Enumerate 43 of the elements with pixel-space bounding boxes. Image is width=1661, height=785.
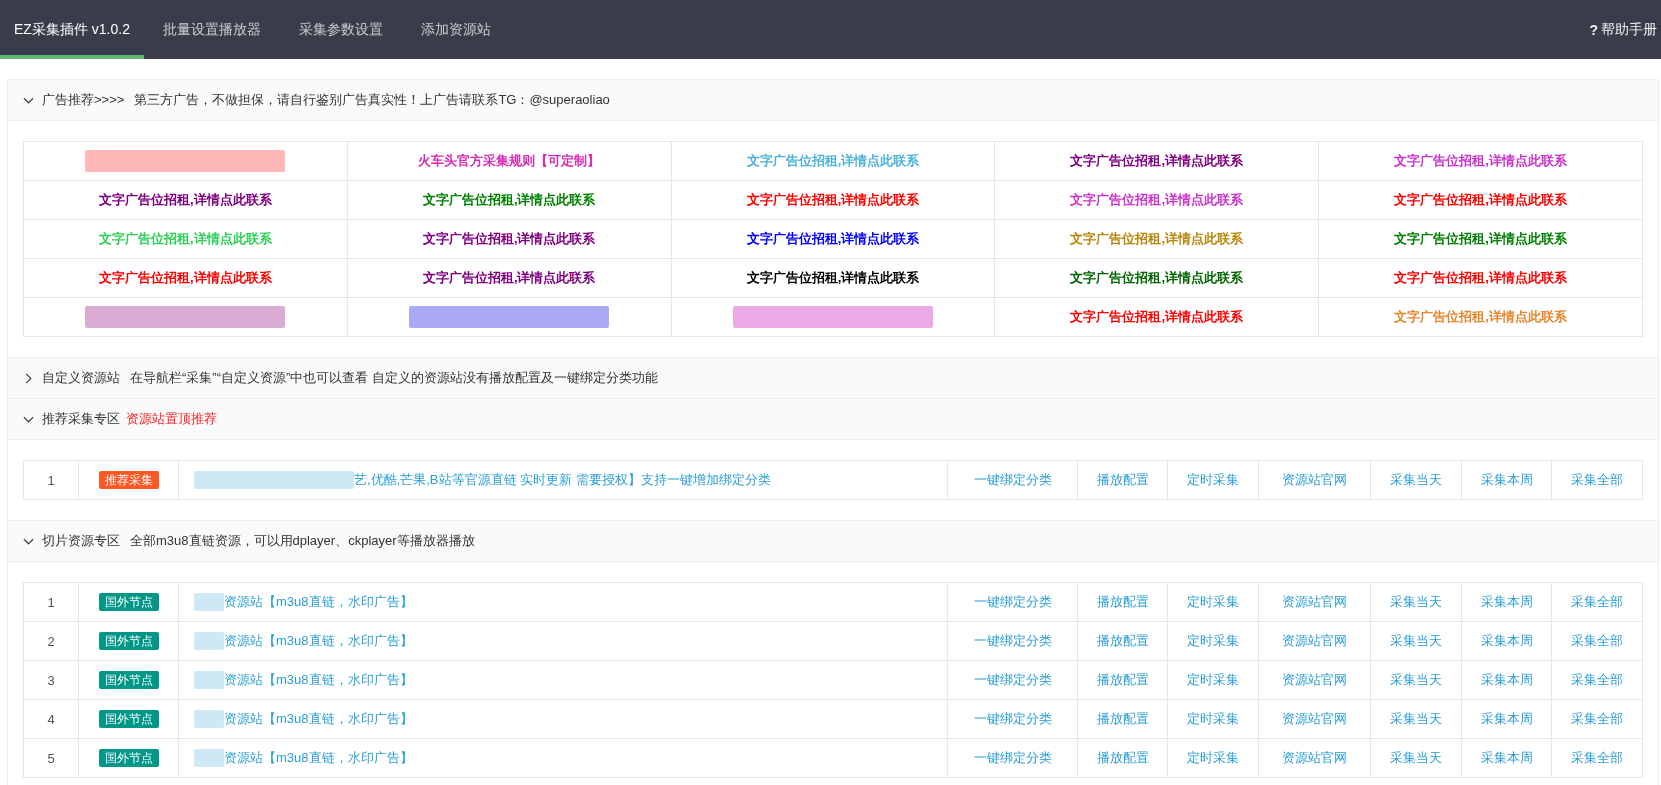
- row-number: 4: [23, 699, 79, 739]
- section-title: 广告推荐>>>>: [42, 91, 125, 109]
- row-number: 3: [23, 660, 79, 700]
- section-header[interactable]: 广告推荐>>>> 第三方广告，不做担保，请自行鉴别广告真实性！上广告请联系TG：@superaoliao: [8, 80, 1658, 120]
- section-note: 在导航栏“采集”“自定义资源”中也可以查看 自定义的资源站没有播放配置及一键绑定分类功能: [130, 369, 658, 387]
- ad-link[interactable]: 文字广告位招租,详情点此联系: [99, 192, 272, 207]
- node-tag: 国外节点: [98, 593, 159, 611]
- resource-link[interactable]: 资源站【m3u8直链，水印广告】: [224, 749, 413, 767]
- section-title: 切片资源专区: [42, 532, 120, 550]
- help-icon: ?: [1589, 21, 1598, 38]
- node-tag: 国外节点: [98, 749, 159, 767]
- ad-link[interactable]: 文字广告位招租,详情点此联系: [99, 231, 272, 246]
- ad-link[interactable]: 文字广告位招租,详情点此联系: [1394, 192, 1567, 207]
- ad-link[interactable]: 文字广告位招租,详情点此联系: [1394, 153, 1567, 168]
- section-header[interactable]: 自定义资源站 在导航栏“采集”“自定义资源”中也可以查看 自定义的资源站没有播放配置及一键绑定分类功能: [8, 357, 1658, 398]
- row-number: 2: [23, 621, 79, 661]
- help-link[interactable]: ? 帮助手册: [1589, 20, 1661, 39]
- ad-link[interactable]: 文字广告位招租,详情点此联系: [1394, 231, 1567, 246]
- section-title: 推荐采集专区: [42, 410, 120, 428]
- section-title: 自定义资源站: [42, 369, 120, 387]
- nav-tab[interactable]: 添加资源站: [401, 0, 510, 59]
- row-number: 5: [23, 738, 79, 778]
- resource-link[interactable]: 资源站【m3u8直链，水印广告】: [224, 632, 413, 650]
- section-note: 资源站置顶推荐: [126, 410, 217, 428]
- row-number: 1: [23, 460, 79, 500]
- node-tag: 推荐采集: [98, 471, 159, 489]
- section-header[interactable]: 切片资源专区 全部m3u8直链资源，可以用dplayer、ckplayer等播放器播放: [8, 520, 1658, 561]
- node-tag: 国外节点: [98, 710, 159, 728]
- resource-link[interactable]: 资源站【m3u8直链，水印广告】: [224, 671, 413, 689]
- row-number: 1: [23, 582, 79, 622]
- resource-link[interactable]: 资源站【m3u8直链，水印广告】: [224, 593, 413, 611]
- section-note: 第三方广告，不做担保，请自行鉴别广告真实性！上广告请联系TG：@superaoliao: [134, 91, 610, 109]
- resource-link[interactable]: 资源站【m3u8直链，水印广告】: [224, 710, 413, 728]
- section-note: 全部m3u8直链资源，可以用dplayer、ckplayer等播放器播放: [130, 532, 475, 550]
- nav-tab[interactable]: 采集参数设置: [279, 0, 402, 59]
- ad-link[interactable]: 文字广告位招租,详情点此联系: [1394, 309, 1567, 324]
- section-header[interactable]: 推荐采集专区 资源站置顶推荐: [8, 398, 1658, 439]
- nav-tab[interactable]: 批量设置播放器: [143, 0, 280, 59]
- node-tag: 国外节点: [98, 632, 159, 650]
- nav-tab[interactable]: EZ采集插件 v1.0.2: [0, 0, 144, 59]
- ad-link[interactable]: 文字广告位招租,详情点此联系: [1394, 270, 1567, 285]
- ad-link[interactable]: 文字广告位招租,详情点此联系: [99, 270, 272, 285]
- node-tag: 国外节点: [98, 671, 159, 689]
